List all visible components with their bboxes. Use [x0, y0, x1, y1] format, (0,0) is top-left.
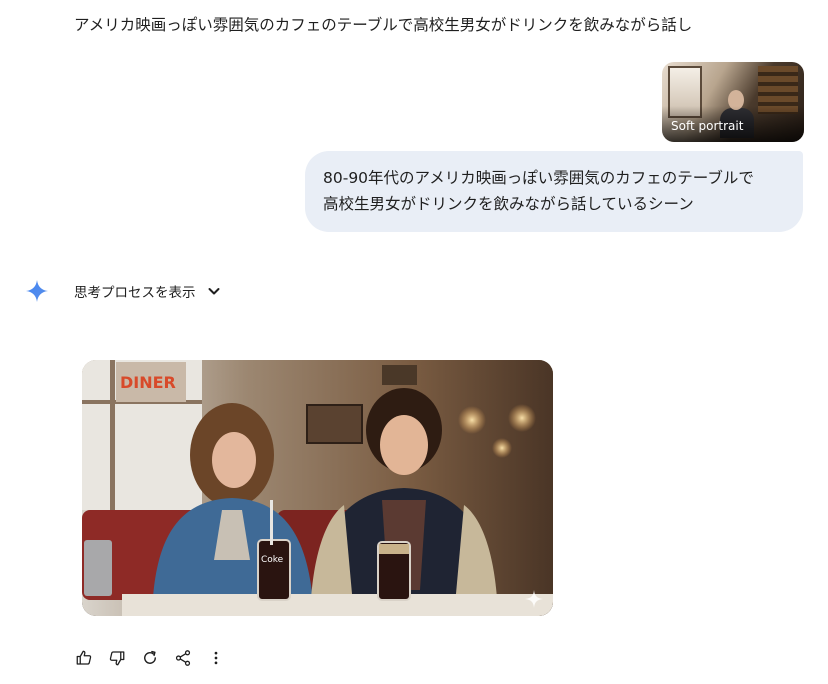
user-message-bubble: 80-90年代のアメリカ映画っぽい雰囲気のカフェのテーブルで 高校生男女がドリン…: [305, 151, 803, 232]
generated-image-illustration: DINER Coke: [82, 360, 553, 616]
share-icon: [175, 650, 191, 666]
user-message-line-2: 高校生男女がドリンクを飲みながら話しているシーン: [323, 195, 694, 213]
attachment-label: Soft portrait: [671, 119, 744, 133]
thumbs-down-button[interactable]: [107, 648, 127, 668]
neon-sign-text: DINER: [120, 373, 176, 392]
chat-page: アメリカ映画っぽい雰囲気のカフェのテーブルで高校生男女がドリンクを飲みながら話し…: [0, 0, 828, 684]
attachment-thumbnail[interactable]: Soft portrait: [662, 62, 804, 142]
share-button[interactable]: [173, 648, 193, 668]
chevron-down-icon: [208, 288, 219, 295]
show-thinking-toggle[interactable]: 思考プロセスを表示: [74, 280, 222, 302]
refresh-icon: [144, 650, 156, 664]
cup-brand-text: Coke: [261, 555, 284, 565]
response-actions: [74, 648, 226, 668]
previous-prompt-text: アメリカ映画っぽい雰囲気のカフェのテーブルで高校生男女がドリンクを飲みながら話し: [74, 16, 693, 34]
generated-image[interactable]: DINER Coke: [82, 360, 553, 616]
thumbs-down-icon: [109, 651, 125, 666]
user-message-line-1: 80-90年代のアメリカ映画っぽい雰囲気のカフェのテーブルで: [323, 169, 754, 187]
show-thinking-label: 思考プロセスを表示: [74, 285, 196, 301]
gemini-sparkle-icon: [26, 280, 48, 302]
more-vertical-icon: [214, 651, 218, 665]
more-options-button[interactable]: [206, 648, 226, 668]
thumbs-up-button[interactable]: [74, 648, 94, 668]
thumbs-up-icon: [76, 650, 92, 665]
regenerate-button[interactable]: [140, 648, 160, 668]
